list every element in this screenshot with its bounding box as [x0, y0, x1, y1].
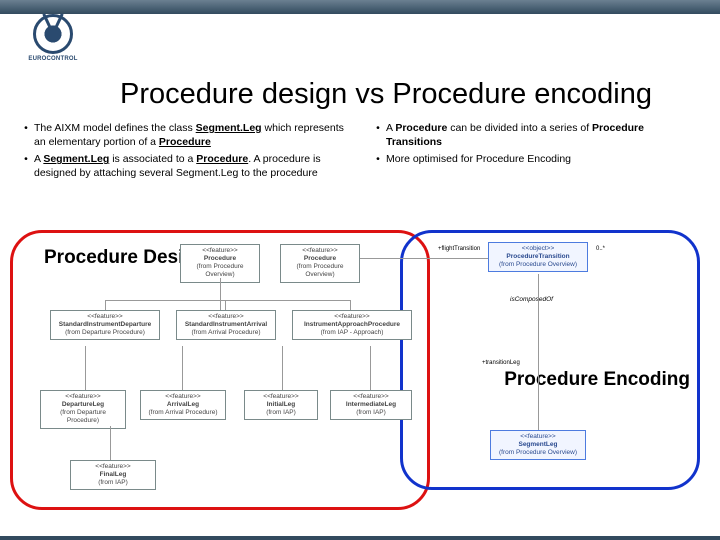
- bullet-text: The AIXM model defines the class Segment…: [34, 122, 350, 149]
- connector: [538, 274, 539, 430]
- bullet-text: A Segment.Leg is associated to a Procedu…: [34, 153, 350, 180]
- role-label: +flightTransition: [438, 246, 480, 252]
- uml-class-small: <<feature>> IntermediateLeg (from IAP): [330, 390, 412, 420]
- connector: [182, 346, 183, 390]
- connector: [225, 300, 226, 310]
- page-title: Procedure design vs Procedure encoding: [120, 78, 652, 111]
- uml-class-procedure-2: <<feature>> Procedure (from Procedure Ov…: [280, 244, 360, 283]
- uml-class-small: <<feature>> DepartureLeg (from Departure…: [40, 390, 126, 429]
- uml-class-sid: <<feature>> StandardInstrumentDeparture …: [50, 310, 160, 340]
- bullet-marker: •: [18, 122, 34, 149]
- bullet-marker: •: [370, 153, 386, 167]
- bullet-item: • A Segment.Leg is associated to a Proce…: [18, 153, 350, 180]
- bullet-marker: •: [370, 122, 386, 149]
- uml-class-small: <<feature>> FinalLeg (from IAP): [70, 460, 156, 490]
- connector: [105, 300, 106, 310]
- bullet-item: • The AIXM model defines the class Segme…: [18, 122, 350, 149]
- bullets-row: • The AIXM model defines the class Segme…: [18, 122, 702, 185]
- multiplicity-label: 0..*: [596, 246, 605, 252]
- role-label: +transitionLeg: [482, 360, 520, 366]
- connector: [110, 426, 111, 460]
- label-procedure-encoding: Procedure Encoding: [504, 370, 690, 391]
- uml-class-small: <<feature>> InitialLeg (from IAP): [244, 390, 318, 420]
- top-bar: [0, 0, 720, 14]
- bottom-bar: [0, 536, 720, 540]
- bullet-item: • A Procedure can be divided into a seri…: [370, 122, 702, 149]
- connector: [350, 300, 351, 310]
- role-label: isComposedOf: [510, 296, 553, 303]
- uml-class-procedure: <<feature>> Procedure (from Procedure Ov…: [180, 244, 260, 283]
- uml-class-segment-leg: <<feature>> SegmentLeg (from Procedure O…: [490, 430, 586, 460]
- org-logo: EUROCONTROL: [18, 14, 88, 62]
- bullet-marker: •: [18, 153, 34, 180]
- org-label: EUROCONTROL: [28, 56, 77, 62]
- connector: [360, 258, 488, 259]
- uml-diagram: Procedure Design Procedure Encoding <<fe…: [10, 230, 710, 530]
- connector: [282, 346, 283, 390]
- eurocontrol-icon: [33, 14, 73, 54]
- connector: [370, 346, 371, 390]
- bullets-right: • A Procedure can be divided into a seri…: [370, 122, 702, 185]
- connector: [220, 278, 221, 310]
- connector: [85, 346, 86, 390]
- uml-class-arrival: <<feature>> StandardInstrumentArrival (f…: [176, 310, 276, 340]
- uml-class-small: <<feature>> ArrivalLeg (from Arrival Pro…: [140, 390, 226, 420]
- bullet-text: More optimised for Procedure Encoding: [386, 153, 702, 167]
- uml-class-iap: <<feature>> InstrumentApproachProcedure …: [292, 310, 412, 340]
- bullet-item: • More optimised for Procedure Encoding: [370, 153, 702, 167]
- bullet-text: A Procedure can be divided into a series…: [386, 122, 702, 149]
- connector: [105, 300, 350, 301]
- bullets-left: • The AIXM model defines the class Segme…: [18, 122, 350, 185]
- uml-class-procedure-transition: <<object>> ProcedureTransition (from Pro…: [488, 242, 588, 272]
